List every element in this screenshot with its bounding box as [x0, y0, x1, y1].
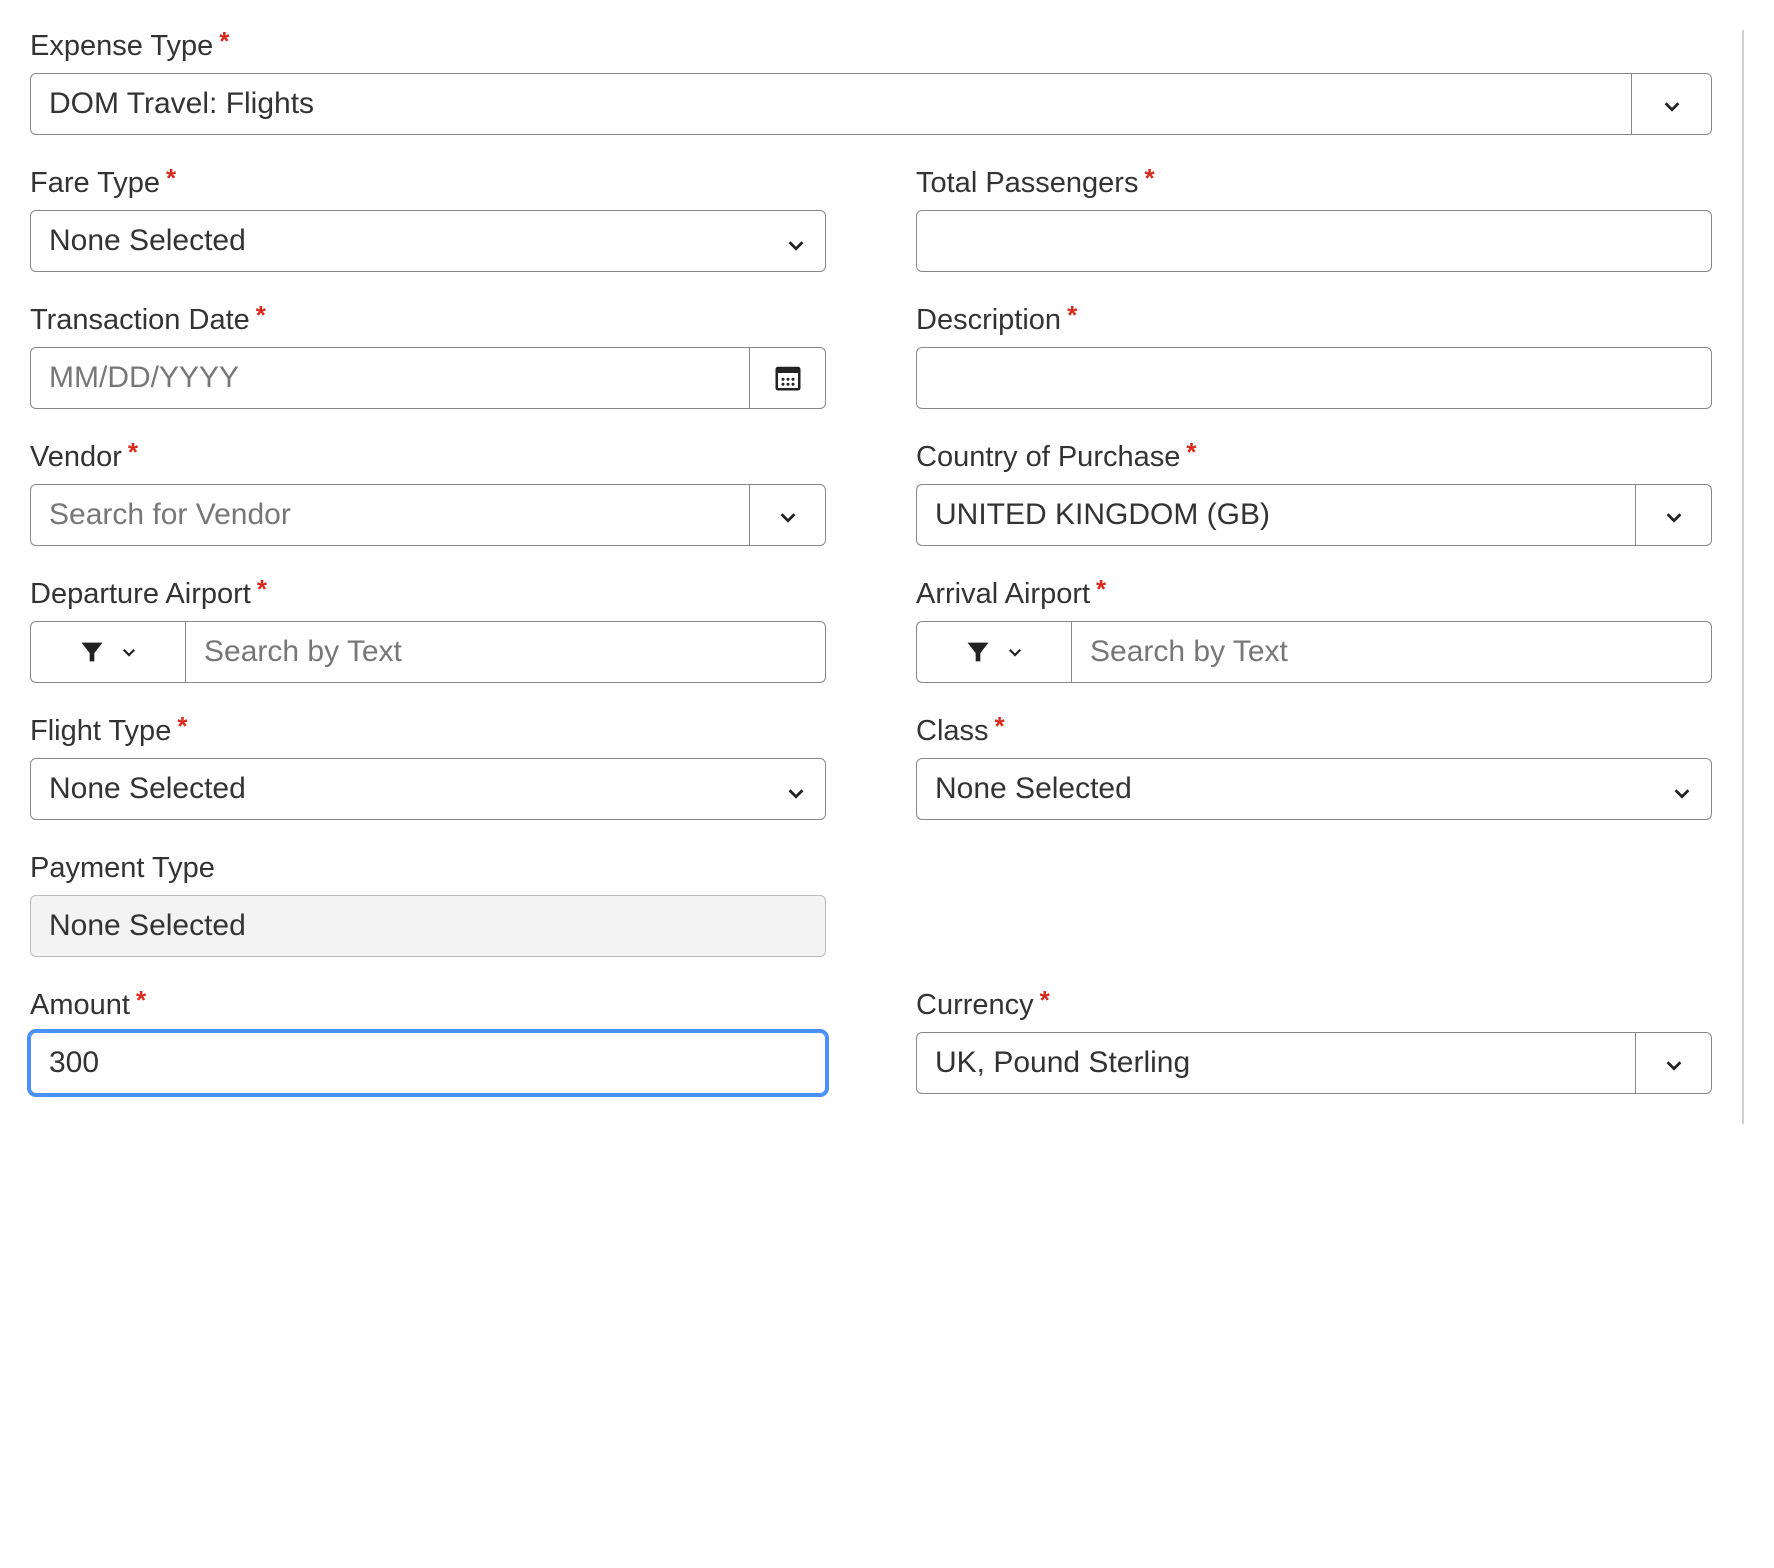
vendor-search-input[interactable]	[30, 484, 749, 546]
flight-type-label: Flight Type *	[30, 715, 826, 748]
expense-type-label: Expense Type *	[30, 30, 1712, 63]
description-input[interactable]	[916, 347, 1712, 409]
chevron-down-icon	[777, 504, 799, 526]
required-asterisk: *	[1144, 165, 1154, 191]
required-asterisk: *	[136, 987, 146, 1013]
calendar-icon	[773, 363, 803, 393]
arrival-airport-search-input[interactable]	[1071, 621, 1712, 683]
required-asterisk: *	[1067, 302, 1077, 328]
required-asterisk: *	[1040, 987, 1050, 1013]
expense-type-select[interactable]: DOM Travel: Flights	[30, 73, 1631, 135]
transaction-date-label: Transaction Date *	[30, 304, 826, 337]
payment-type-readonly: None Selected	[30, 895, 826, 957]
payment-type-label: Payment Type	[30, 852, 826, 885]
required-asterisk: *	[219, 28, 229, 54]
total-passengers-label: Total Passengers *	[916, 167, 1712, 200]
required-asterisk: *	[128, 439, 138, 465]
departure-airport-label: Departure Airport *	[30, 578, 826, 611]
arrival-airport-label: Arrival Airport *	[916, 578, 1712, 611]
currency-dropdown-button[interactable]	[1635, 1032, 1712, 1094]
required-asterisk: *	[995, 713, 1005, 739]
country-of-purchase-dropdown-button[interactable]	[1635, 484, 1712, 546]
chevron-down-icon	[1663, 504, 1685, 526]
class-select[interactable]: None Selected	[916, 758, 1712, 820]
filter-icon	[964, 638, 992, 666]
expense-type-dropdown-button[interactable]	[1631, 73, 1712, 135]
vendor-label: Vendor *	[30, 441, 826, 474]
amount-input[interactable]	[30, 1032, 826, 1094]
chevron-down-icon	[1663, 1052, 1685, 1074]
chevron-down-icon	[1671, 778, 1693, 800]
currency-select[interactable]: UK, Pound Sterling	[916, 1032, 1635, 1094]
chevron-down-icon	[1661, 93, 1683, 115]
required-asterisk: *	[257, 576, 267, 602]
class-label: Class *	[916, 715, 1712, 748]
fare-type-select[interactable]: None Selected	[30, 210, 826, 272]
required-asterisk: *	[1186, 439, 1196, 465]
required-asterisk: *	[166, 165, 176, 191]
transaction-date-input[interactable]	[30, 347, 749, 409]
amount-label: Amount *	[30, 989, 826, 1022]
vendor-dropdown-button[interactable]	[749, 484, 826, 546]
chevron-down-icon	[785, 230, 807, 252]
transaction-date-calendar-button[interactable]	[749, 347, 826, 409]
required-asterisk: *	[177, 713, 187, 739]
description-label: Description *	[916, 304, 1712, 337]
country-of-purchase-label: Country of Purchase *	[916, 441, 1712, 474]
departure-airport-filter-button[interactable]	[30, 621, 185, 683]
flight-type-select[interactable]: None Selected	[30, 758, 826, 820]
total-passengers-input[interactable]	[916, 210, 1712, 272]
country-of-purchase-select[interactable]: UNITED KINGDOM (GB)	[916, 484, 1635, 546]
chevron-down-icon	[120, 643, 138, 661]
chevron-down-icon	[785, 778, 807, 800]
arrival-airport-filter-button[interactable]	[916, 621, 1071, 683]
fare-type-label: Fare Type *	[30, 167, 826, 200]
departure-airport-search-input[interactable]	[185, 621, 826, 683]
required-asterisk: *	[1096, 576, 1106, 602]
currency-label: Currency *	[916, 989, 1712, 1022]
chevron-down-icon	[1006, 643, 1024, 661]
required-asterisk: *	[256, 302, 266, 328]
filter-icon	[78, 638, 106, 666]
